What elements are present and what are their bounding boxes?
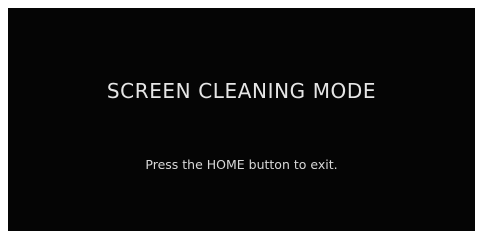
exit-instruction: Press the HOME button to exit. <box>145 157 338 172</box>
device-frame: SCREEN CLEANING MODE Press the HOME butt… <box>0 0 484 241</box>
screen-title: SCREEN CLEANING MODE <box>106 79 377 103</box>
cleaning-mode-screen: SCREEN CLEANING MODE Press the HOME butt… <box>8 8 475 231</box>
